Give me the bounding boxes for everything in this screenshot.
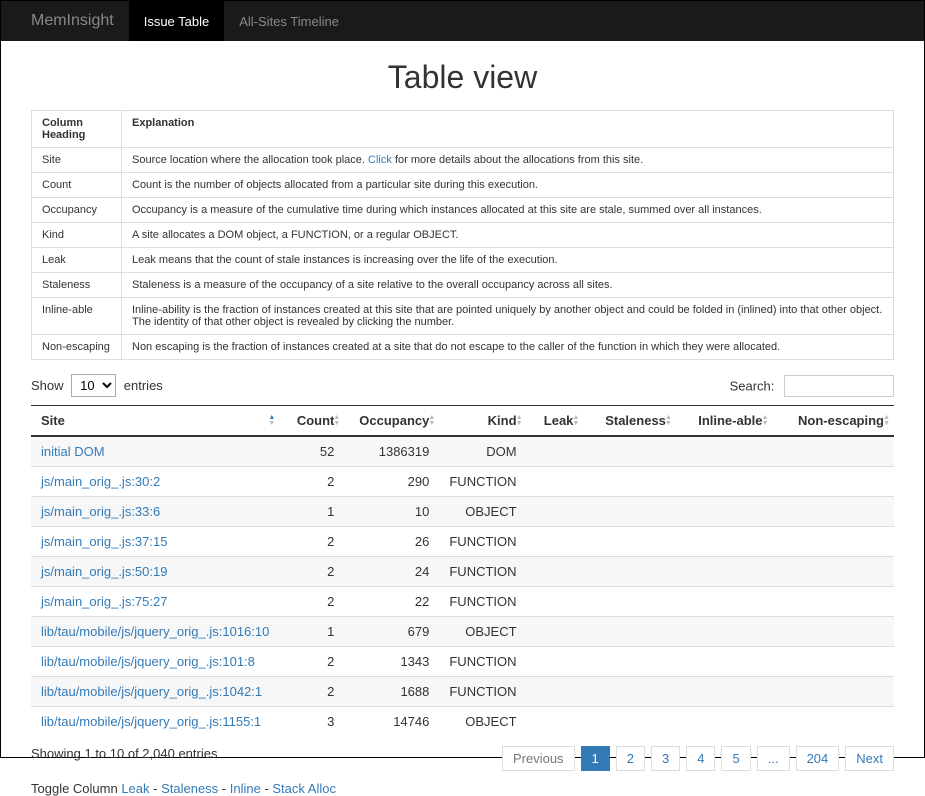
search-wrap: Search: [730,375,894,397]
table-row: lib/tau/mobile/js/jquery_orig_.js:1042:1… [31,677,894,707]
def-col: Non-escaping [32,335,122,360]
col-leak[interactable]: Leak▲▼ [527,406,584,437]
table-row: initial DOM521386319DOM [31,436,894,467]
table-row: lib/tau/mobile/js/jquery_orig_.js:1155:1… [31,707,894,737]
site-link[interactable]: lib/tau/mobile/js/jquery_orig_.js:1155:1 [41,714,261,729]
def-col: Kind [32,223,122,248]
toggle-leak[interactable]: Leak [121,781,149,796]
col-count[interactable]: Count▲▼ [279,406,344,437]
pager: Previous12345...204Next [502,746,894,771]
nav-tab-issue-table[interactable]: Issue Table [129,1,225,41]
def-exp: Count is the number of objects allocated… [122,173,894,198]
def-col: Site [32,148,122,173]
def-link[interactable]: Click [368,154,392,166]
site-link[interactable]: js/main_orig_.js:75:27 [41,594,167,609]
def-col: Occupancy [32,198,122,223]
table-row: js/main_orig_.js:50:19224FUNCTION [31,557,894,587]
table-row: lib/tau/mobile/js/jquery_orig_.js:101:82… [31,647,894,677]
def-exp: Non escaping is the fraction of instance… [122,335,894,360]
table-info: Showing 1 to 10 of 2,040 entries [31,746,217,761]
search-input[interactable] [784,375,894,397]
def-exp: Leak means that the count of stale insta… [122,248,894,273]
site-link[interactable]: lib/tau/mobile/js/jquery_orig_.js:1042:1 [41,684,262,699]
col-non-escaping[interactable]: Non-escaping▲▼ [773,406,894,437]
site-link[interactable]: js/main_orig_.js:50:19 [41,564,167,579]
def-exp: Inline-ability is the fraction of instan… [122,298,894,335]
table-row: lib/tau/mobile/js/jquery_orig_.js:1016:1… [31,617,894,647]
site-link[interactable]: initial DOM [41,444,105,459]
toggle-stack-alloc[interactable]: Stack Alloc [272,781,336,796]
issue-table: Site▲▼Count▲▼Occupancy▲▼Kind▲▼Leak▲▼Stal… [31,405,894,736]
table-row: js/main_orig_.js:37:15226FUNCTION [31,527,894,557]
table-row: js/main_orig_.js:30:22290FUNCTION [31,467,894,497]
site-link[interactable]: js/main_orig_.js:33:6 [41,504,160,519]
table-row: js/main_orig_.js:75:27222FUNCTION [31,587,894,617]
next-button[interactable]: Next [845,746,894,771]
page-2[interactable]: 2 [616,746,645,771]
page-3[interactable]: 3 [651,746,680,771]
entries-select[interactable]: 10 [71,374,116,397]
toggle-inline[interactable]: Inline [230,781,261,796]
length-menu: Show 10 entries [31,374,163,397]
page-...[interactable]: ... [757,746,790,771]
nav-tab-all-sites-timeline[interactable]: All-Sites Timeline [224,1,354,41]
toggle-staleness[interactable]: Staleness [161,781,218,796]
page-4[interactable]: 4 [686,746,715,771]
page-204[interactable]: 204 [796,746,840,771]
col-kind[interactable]: Kind▲▼ [439,406,526,437]
site-link[interactable]: lib/tau/mobile/js/jquery_orig_.js:1016:1… [41,624,269,639]
page-5[interactable]: 5 [721,746,750,771]
page-title: Table view [31,59,894,96]
page-1[interactable]: 1 [581,746,610,771]
col-inline-able[interactable]: Inline-able▲▼ [676,406,773,437]
def-exp: Source location where the allocation too… [122,148,894,173]
toggle-column-row: Toggle Column Leak - Staleness - Inline … [31,781,894,796]
col-site[interactable]: Site▲▼ [31,406,279,437]
def-col: Inline-able [32,298,122,335]
col-occupancy[interactable]: Occupancy▲▼ [344,406,439,437]
def-exp: Staleness is a measure of the occupancy … [122,273,894,298]
site-link[interactable]: js/main_orig_.js:37:15 [41,534,167,549]
def-col: Count [32,173,122,198]
brand: MemInsight [16,1,129,41]
definitions-table: Column Heading Explanation SiteSource lo… [31,110,894,360]
def-col: Staleness [32,273,122,298]
navbar: MemInsight Issue TableAll-Sites Timeline [1,1,924,41]
def-exp: Occupancy is a measure of the cumulative… [122,198,894,223]
site-link[interactable]: js/main_orig_.js:30:2 [41,474,160,489]
def-header-col: Column Heading [32,111,122,148]
site-link[interactable]: lib/tau/mobile/js/jquery_orig_.js:101:8 [41,654,255,669]
def-exp: A site allocates a DOM object, a FUNCTIO… [122,223,894,248]
col-staleness[interactable]: Staleness▲▼ [583,406,675,437]
prev-button[interactable]: Previous [502,746,575,771]
def-col: Leak [32,248,122,273]
def-header-exp: Explanation [122,111,894,148]
table-row: js/main_orig_.js:33:6110OBJECT [31,497,894,527]
